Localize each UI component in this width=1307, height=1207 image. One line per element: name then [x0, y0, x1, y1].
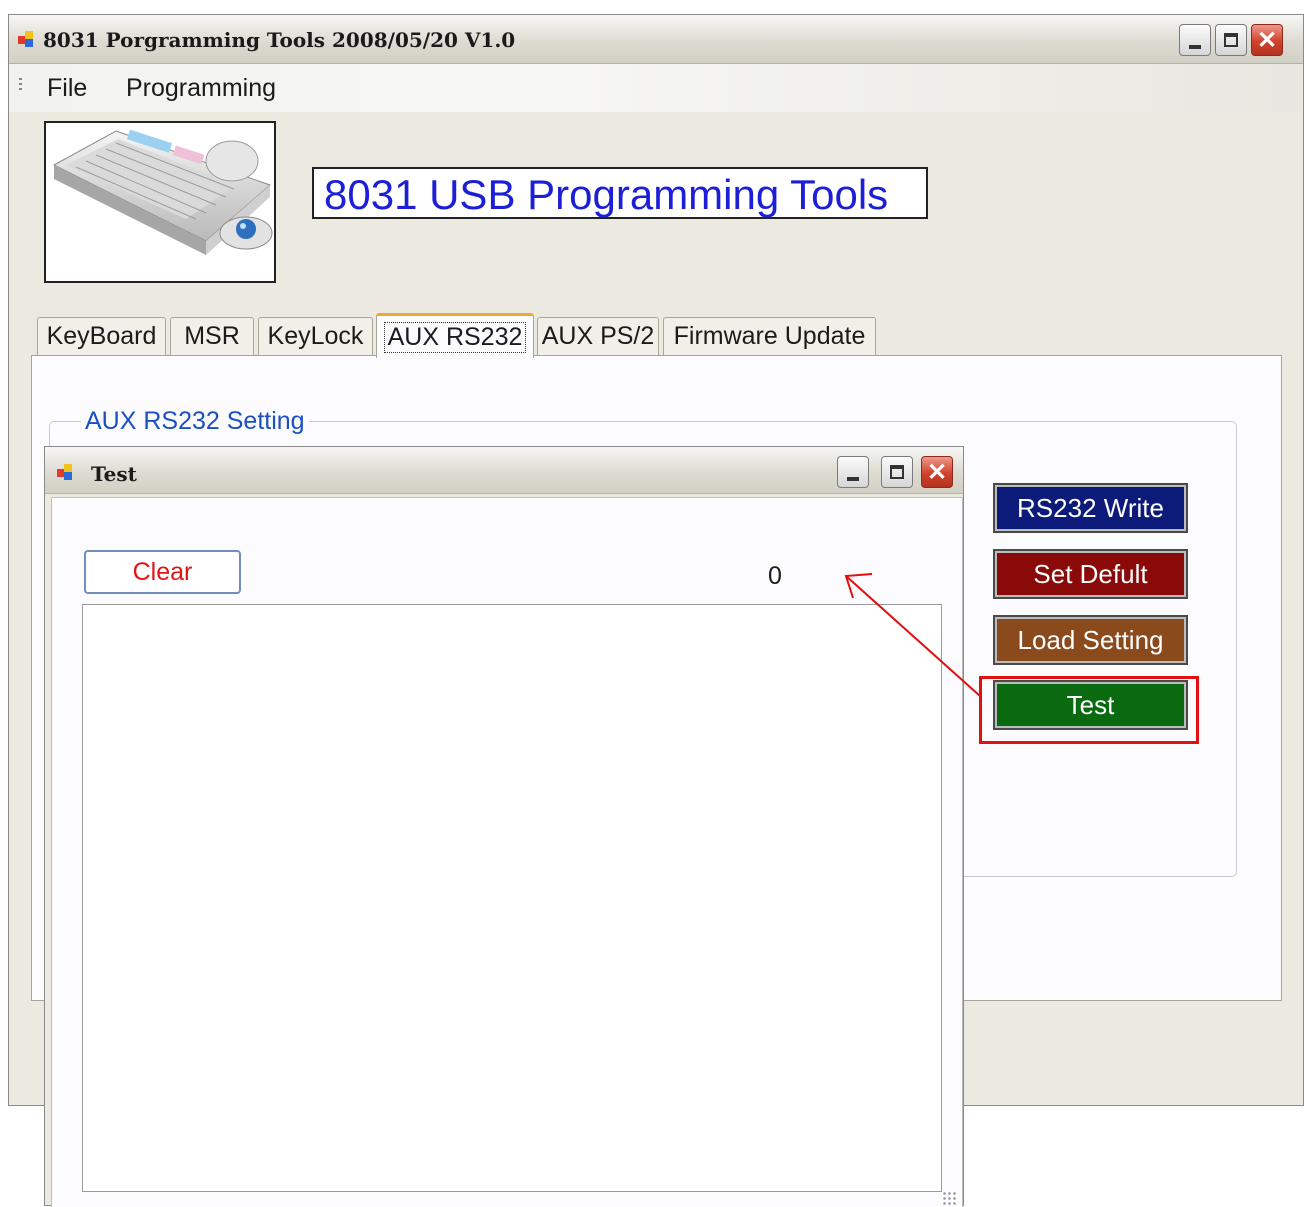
- menu-grip-icon: [19, 78, 22, 92]
- tab-firmware-update[interactable]: Firmware Update: [663, 317, 876, 355]
- resize-grip-icon[interactable]: [942, 1191, 956, 1205]
- load-setting-button[interactable]: Load Setting: [993, 615, 1188, 665]
- receive-counter: 0: [768, 562, 782, 590]
- test-window-title: Test: [91, 462, 137, 486]
- minimize-icon: [838, 457, 868, 487]
- maximize-button[interactable]: [1215, 24, 1247, 56]
- groupbox-label: AUX RS232 Setting: [81, 407, 309, 436]
- close-button[interactable]: ✕: [1251, 24, 1283, 56]
- tab-msr[interactable]: MSR: [170, 317, 254, 355]
- tab-aux-ps2[interactable]: AUX PS/2: [537, 317, 659, 355]
- test-window-icon: [57, 464, 73, 480]
- tab-label: Firmware Update: [673, 322, 866, 350]
- keyboard-image: [52, 129, 273, 255]
- rs232-write-button[interactable]: RS232 Write: [993, 483, 1188, 533]
- tab-label: KeyBoard: [46, 322, 157, 350]
- test-close-button[interactable]: ✕: [921, 456, 953, 488]
- menu-bar: File Programming: [9, 64, 1303, 112]
- tab-keylock[interactable]: KeyLock: [258, 317, 373, 355]
- tab-aux-rs232[interactable]: AUX RS232: [376, 313, 534, 358]
- close-icon: ✕: [1256, 26, 1278, 54]
- app-icon: [18, 31, 34, 47]
- tab-label: MSR: [184, 322, 240, 350]
- test-window: Test ✕ Clear 0: [44, 446, 964, 1207]
- tab-keyboard[interactable]: KeyBoard: [37, 317, 166, 355]
- test-minimize-button[interactable]: [837, 456, 869, 488]
- menu-programming[interactable]: Programming: [126, 74, 276, 103]
- header-title-box: 8031 USB Programming Tools: [312, 167, 928, 219]
- page-title: 8031 USB Programming Tools: [324, 171, 889, 218]
- tab-label: AUX PS/2: [541, 322, 655, 350]
- test-button-highlight: [979, 676, 1199, 744]
- clear-button[interactable]: Clear: [84, 550, 241, 594]
- tab-label: KeyLock: [267, 322, 364, 350]
- menu-file[interactable]: File: [47, 74, 87, 103]
- test-client-area: Clear 0: [51, 497, 963, 1207]
- title-bar[interactable]: 8031 Porgramming Tools 2008/05/20 V1.0 ✕: [9, 15, 1303, 64]
- minimize-button[interactable]: [1179, 24, 1211, 56]
- minimize-icon: [1180, 25, 1210, 55]
- test-maximize-button[interactable]: [881, 456, 913, 488]
- set-default-button[interactable]: Set Defult: [993, 549, 1188, 599]
- tab-label: AUX RS232: [383, 321, 527, 353]
- maximize-icon: [1216, 25, 1246, 55]
- maximize-icon: [882, 457, 912, 487]
- window-title: 8031 Porgramming Tools 2008/05/20 V1.0: [43, 28, 516, 52]
- close-icon: ✕: [926, 458, 948, 486]
- test-output-textarea[interactable]: [82, 604, 942, 1192]
- product-image: [44, 121, 276, 283]
- test-title-bar[interactable]: Test ✕: [45, 447, 963, 494]
